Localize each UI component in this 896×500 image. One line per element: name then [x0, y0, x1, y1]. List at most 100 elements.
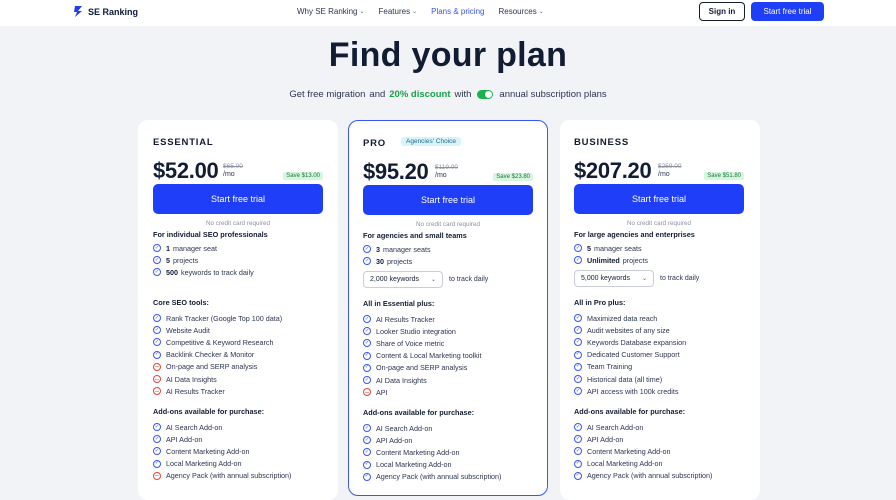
start-trial-button[interactable]: Start free trial [363, 185, 533, 215]
keywords-select[interactable]: 5,000 keywords ⌄ [574, 270, 654, 287]
keywords-selector-row: 5,000 keywords ⌄ to track daily [574, 270, 699, 287]
tools-list: ✓ Maximized data reach ✓ Audit websites of… [574, 312, 744, 397]
list-item: ✓ Keywords Database expansion [574, 336, 744, 348]
feature-label: Website Audit [166, 325, 210, 335]
limit-value: 500 [166, 267, 178, 277]
chevron-down-icon: ⌄ [359, 9, 365, 15]
old-price: $65.00 [223, 163, 243, 170]
list-item: ✓ Content Marketing Add-on [363, 446, 533, 458]
limit-label: keywords to track daily [181, 267, 254, 277]
list-item: – AI Data Insights [153, 373, 323, 385]
limits-list: ✓ 1 manager seat ✓ 5 projects ✓ 500 keywords t… [153, 242, 323, 279]
check-icon: ✓ [363, 472, 371, 481]
chevron-down-icon: ⌄ [430, 277, 436, 283]
keywords-select[interactable]: 2,000 keywords ⌄ [363, 271, 443, 288]
limit-value: 1 [166, 243, 170, 253]
plan-name: PRO [363, 138, 386, 149]
check-icon: ✓ [363, 351, 371, 360]
check-icon: ✓ [153, 268, 161, 277]
addon-label: API Add-on [587, 434, 624, 444]
limits-list: ✓ 5 manager seats ✓ Unlimited projects [574, 242, 744, 266]
list-item: – Agency Pack (with annual subscription) [153, 470, 323, 482]
check-icon: ✓ [363, 245, 371, 254]
minus-icon: – [363, 388, 371, 397]
start-trial-button[interactable]: Start free trial [153, 184, 323, 214]
plan-card-essential: ESSENTIAL $52.00 $65.00 /mo Save $13.00 … [138, 120, 338, 500]
addons-list: ✓ AI Search Add-on ✓ API Add-on ✓ Content M… [153, 421, 323, 482]
limit-label: manager seat [173, 243, 217, 253]
limit-value: 5 [587, 243, 591, 253]
addons-title: Add-ons available for purchase: [574, 407, 686, 416]
keywords-suffix: to track daily [660, 275, 700, 282]
list-item: ✓ 5 manager seats [574, 242, 744, 254]
plan-audience: For agencies and small teams [363, 231, 467, 240]
list-item: ✓ AI Data Insights [363, 374, 533, 386]
list-item: ✓ Local Marketing Add-on [574, 458, 744, 470]
check-icon: ✓ [363, 327, 371, 336]
addon-label: Agency Pack (with annual subscription) [166, 471, 292, 481]
menu-features[interactable]: Features ⌄ [379, 7, 418, 16]
nav-start-trial-button[interactable]: Start free trial [751, 2, 824, 21]
check-icon: ✓ [363, 339, 371, 348]
no-credit-card-note: No credit card required [205, 220, 271, 227]
menu-why[interactable]: Why SE Ranking ⌄ [297, 7, 365, 16]
limit-label: manager seats [383, 244, 431, 254]
check-icon: ✓ [153, 256, 161, 265]
plan-price: $95.20 [363, 159, 429, 184]
check-icon: ✓ [363, 460, 371, 469]
check-icon: ✓ [574, 362, 582, 371]
logo[interactable]: SE Ranking [73, 5, 138, 18]
feature-label: API access with 100k credits [587, 386, 679, 396]
plan-card-business: BUSINESS $207.20 $259.00 /mo Save $51.80… [560, 120, 760, 500]
plan-name: ESSENTIAL [153, 137, 214, 148]
logo-icon [74, 6, 82, 17]
addon-label: Local Marketing Add-on [587, 459, 663, 469]
check-icon: ✓ [574, 459, 582, 468]
tools-title: All in Essential plus: [363, 299, 435, 308]
check-icon: ✓ [574, 387, 582, 396]
list-item: ✓ 500 keywords to track daily [153, 266, 323, 278]
feature-label: Content & Local Marketing toolkit [376, 351, 482, 361]
menu-pricing[interactable]: Plans & pricing [431, 7, 484, 16]
check-icon: ✓ [574, 471, 582, 480]
list-item: ✓ Content & Local Marketing toolkit [363, 350, 533, 362]
check-icon: ✓ [153, 244, 161, 253]
annual-toggle[interactable] [477, 90, 494, 99]
limit-value: 30 [376, 256, 384, 266]
list-item: ✓ Agency Pack (with annual subscription) [574, 470, 744, 482]
feature-label: Share of Voice metric [376, 338, 445, 348]
check-icon: ✓ [574, 350, 582, 359]
plan-audience: For large agencies and enterprises [574, 230, 695, 239]
start-trial-button[interactable]: Start free trial [574, 184, 744, 214]
list-item: ✓ 3 manager seats [363, 243, 533, 255]
list-item: ✓ Local Marketing Add-on [153, 458, 323, 470]
check-icon: ✓ [574, 314, 582, 323]
plan-price: $207.20 [574, 158, 652, 183]
minus-icon: – [153, 375, 161, 384]
menu-resources[interactable]: Resources ⌄ [498, 7, 543, 16]
check-icon: ✓ [363, 363, 371, 372]
plan-name: BUSINESS [574, 137, 629, 148]
check-icon: ✓ [153, 459, 161, 468]
feature-label: AI Results Tracker [166, 386, 225, 396]
tools-title: Core SEO tools: [153, 298, 209, 307]
top-nav: SE Ranking Why SE Ranking ⌄ Features ⌄ P… [0, 0, 896, 26]
menu-features-label: Features [378, 7, 411, 16]
sign-in-button[interactable]: Sign in [699, 2, 745, 21]
no-credit-card-note: No credit card required [626, 220, 692, 227]
check-icon: ✓ [153, 326, 161, 335]
feature-label: Rank Tracker (Google Top 100 data) [166, 313, 283, 323]
check-icon: ✓ [363, 257, 371, 266]
tools-title: All in Pro plus: [574, 298, 626, 307]
minus-icon: – [153, 471, 161, 480]
discount-text: 20% discount [389, 89, 451, 100]
feature-label: Keywords Database expansion [587, 337, 687, 347]
menu-why-label: Why SE Ranking [297, 7, 358, 16]
keywords-select-value: 2,000 keywords [370, 276, 420, 283]
list-item: ✓ AI Search Add-on [574, 421, 744, 433]
limits-list: ✓ 3 manager seats ✓ 30 projects [363, 243, 533, 267]
check-icon: ✓ [363, 376, 371, 385]
check-icon: ✓ [574, 375, 582, 384]
list-item: ✓ 5 projects [153, 254, 323, 266]
minus-icon: – [153, 362, 161, 371]
